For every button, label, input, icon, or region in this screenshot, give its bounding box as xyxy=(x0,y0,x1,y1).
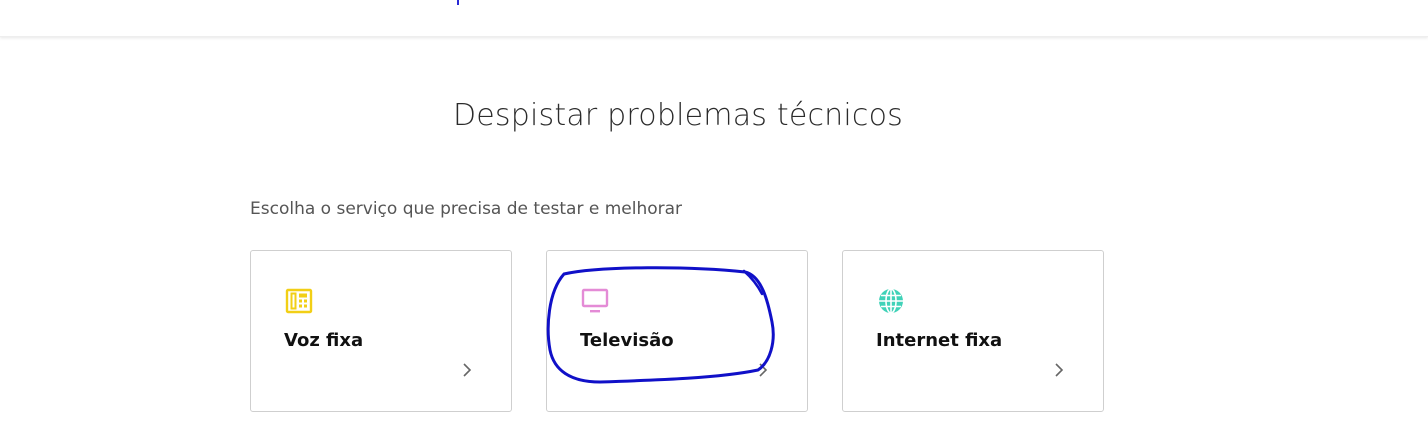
service-card-internet-fixa[interactable]: Internet fixa xyxy=(842,250,1104,412)
chevron-right-icon xyxy=(461,361,473,379)
page-title: Despistar problemas técnicos xyxy=(452,98,904,133)
tv-icon xyxy=(581,287,609,315)
header-accent-mark xyxy=(457,0,459,5)
service-label: Voz fixa xyxy=(284,330,364,351)
service-card-televisao[interactable]: Televisão xyxy=(546,250,808,412)
top-header-bar xyxy=(0,0,1428,37)
service-label: Internet fixa xyxy=(876,330,1003,351)
globe-icon xyxy=(877,287,905,315)
chevron-right-icon xyxy=(757,361,769,379)
service-label: Televisão xyxy=(580,330,674,351)
page-subtitle: Escolha o serviço que precisa de testar … xyxy=(250,199,683,219)
service-card-voz-fixa[interactable]: Voz fixa xyxy=(250,250,512,412)
phone-icon xyxy=(285,287,313,315)
chevron-right-icon xyxy=(1053,361,1065,379)
